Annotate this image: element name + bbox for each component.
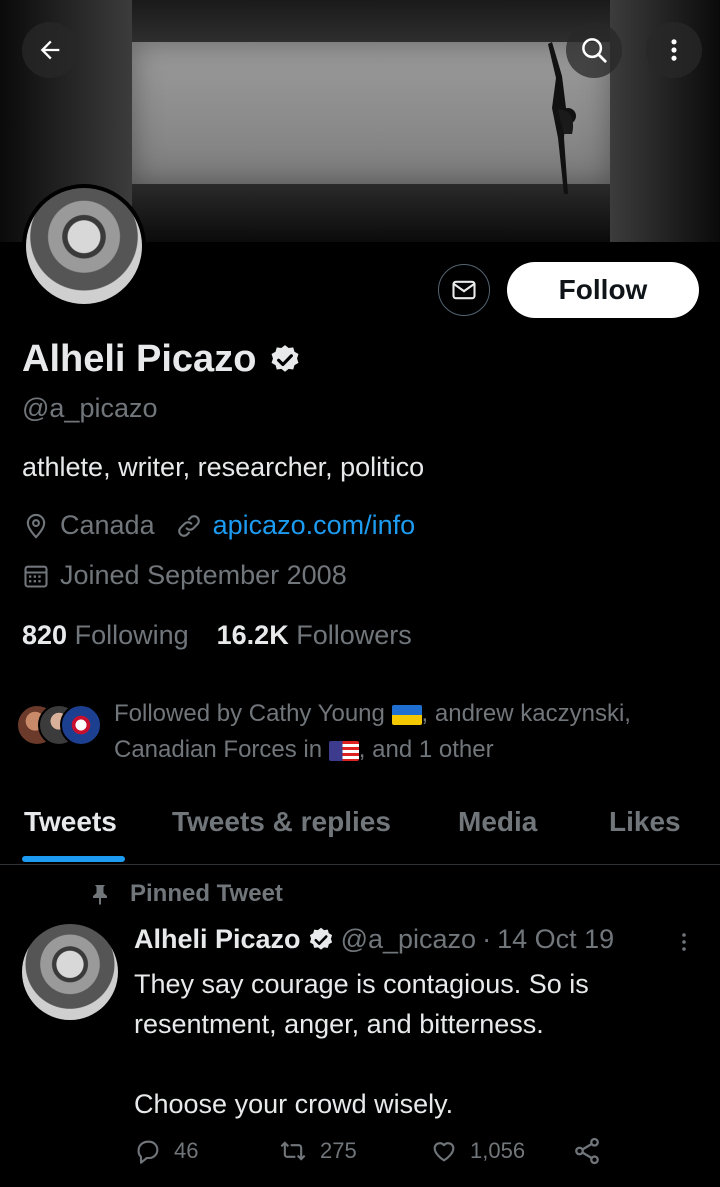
tweet-author-avatar[interactable] <box>22 924 118 1020</box>
followed-by-part1: Followed by Cathy Young <box>114 700 385 727</box>
profile-website-link[interactable]: apicazo.com/info <box>213 510 416 541</box>
followed-by-text: Followed by Cathy Young , andrew kaczyns… <box>114 696 704 768</box>
avatar-image <box>22 924 118 1020</box>
like-button[interactable]: 1,056 <box>430 1136 572 1166</box>
ukraine-flag-icon <box>391 704 422 725</box>
followed-by-part2: , andrew kaczynski, <box>421 700 631 727</box>
profile-tabs: Tweets Tweets & replies Media Likes <box>0 790 720 865</box>
back-button[interactable] <box>22 22 78 78</box>
back-arrow-icon <box>40 40 60 60</box>
message-button[interactable] <box>438 264 490 316</box>
profile-handle: @a_picazo <box>22 393 158 423</box>
verified-icon <box>271 344 299 372</box>
active-tab-indicator <box>22 856 125 862</box>
profile-name: Alheli Picazo <box>22 338 257 380</box>
link-icon <box>177 514 200 537</box>
tweet-body: They say courage is contagious. So is re… <box>134 964 694 1124</box>
profile-location: Canada <box>60 510 155 540</box>
verified-icon <box>309 927 332 950</box>
mail-icon <box>452 280 476 300</box>
reply-count: 46 <box>174 1138 199 1163</box>
profile-stats: 820 Following 16.2K Followers <box>22 620 412 651</box>
profile-avatar[interactable] <box>22 184 146 308</box>
like-count: 1,056 <box>470 1138 526 1163</box>
more-button[interactable] <box>646 22 702 78</box>
tweet-text-paragraph: Choose your crowd wisely. <box>134 1089 454 1119</box>
reply-icon <box>137 1140 159 1164</box>
profile-bio: athlete, writer, researcher, politico <box>22 452 425 482</box>
tweet-more-button[interactable] <box>672 928 696 961</box>
profile-joined-date: Joined September 2008 <box>60 560 347 590</box>
following-link[interactable]: 820 Following <box>22 620 189 651</box>
tweet-text-paragraph: They say courage is contagious. So is re… <box>134 969 589 1039</box>
following-count: 820 <box>22 620 68 650</box>
retweet-icon <box>280 1141 306 1161</box>
search-button[interactable] <box>566 22 622 78</box>
tab-likes[interactable]: Likes <box>609 806 681 838</box>
share-icon <box>575 1137 599 1165</box>
profile-name-row: Alheli Picazo <box>22 338 302 381</box>
us-flag-icon <box>328 740 359 761</box>
pinned-tweet-label-row: Pinned Tweet <box>88 880 283 908</box>
share-button[interactable] <box>572 1136 602 1166</box>
more-vertical-icon <box>682 933 686 951</box>
tweet-header: Alheli Picazo @a_picazo · 14 Oct 19 <box>134 924 614 955</box>
followers-label: Followers <box>296 620 412 650</box>
avatar <box>60 704 102 746</box>
tweet-author-name[interactable]: Alheli Picazo <box>134 924 301 955</box>
avatar-image <box>26 188 142 304</box>
tweet-author-handle[interactable]: @a_picazo <box>341 924 477 955</box>
followers-you-know-facepile <box>16 696 102 746</box>
follow-button[interactable]: Follow <box>507 262 699 318</box>
pin-icon <box>93 885 107 905</box>
calendar-icon <box>24 565 48 588</box>
profile-joined-row: Joined September 2008 <box>22 560 347 591</box>
pinned-tweet-label: Pinned Tweet <box>130 880 283 907</box>
followed-by-part3: Canadian Forces in <box>114 736 323 763</box>
tweet-actions: 46 275 1,056 <box>134 1136 694 1166</box>
profile-meta-row: Canada apicazo.com/info <box>22 510 415 541</box>
more-vertical-icon <box>671 39 677 61</box>
tab-media[interactable]: Media <box>458 806 537 838</box>
followers-link[interactable]: 16.2K Followers <box>217 620 412 651</box>
following-label: Following <box>74 620 189 650</box>
followed-by-section[interactable]: Followed by Cathy Young , andrew kaczyns… <box>16 696 704 768</box>
tweet-date[interactable]: 14 Oct 19 <box>497 924 614 955</box>
like-icon <box>433 1142 455 1162</box>
location-pin-icon <box>26 513 46 539</box>
tab-tweets-and-replies[interactable]: Tweets & replies <box>172 806 391 838</box>
reply-button[interactable]: 46 <box>134 1136 278 1166</box>
followers-count: 16.2K <box>216 620 289 650</box>
retweet-count: 275 <box>320 1138 357 1163</box>
search-icon <box>582 38 607 63</box>
followed-by-part4: , and 1 other <box>358 736 494 763</box>
tab-tweets[interactable]: Tweets <box>24 806 117 838</box>
retweet-button[interactable]: 275 <box>278 1136 430 1166</box>
tweet-separator: · <box>482 924 492 954</box>
